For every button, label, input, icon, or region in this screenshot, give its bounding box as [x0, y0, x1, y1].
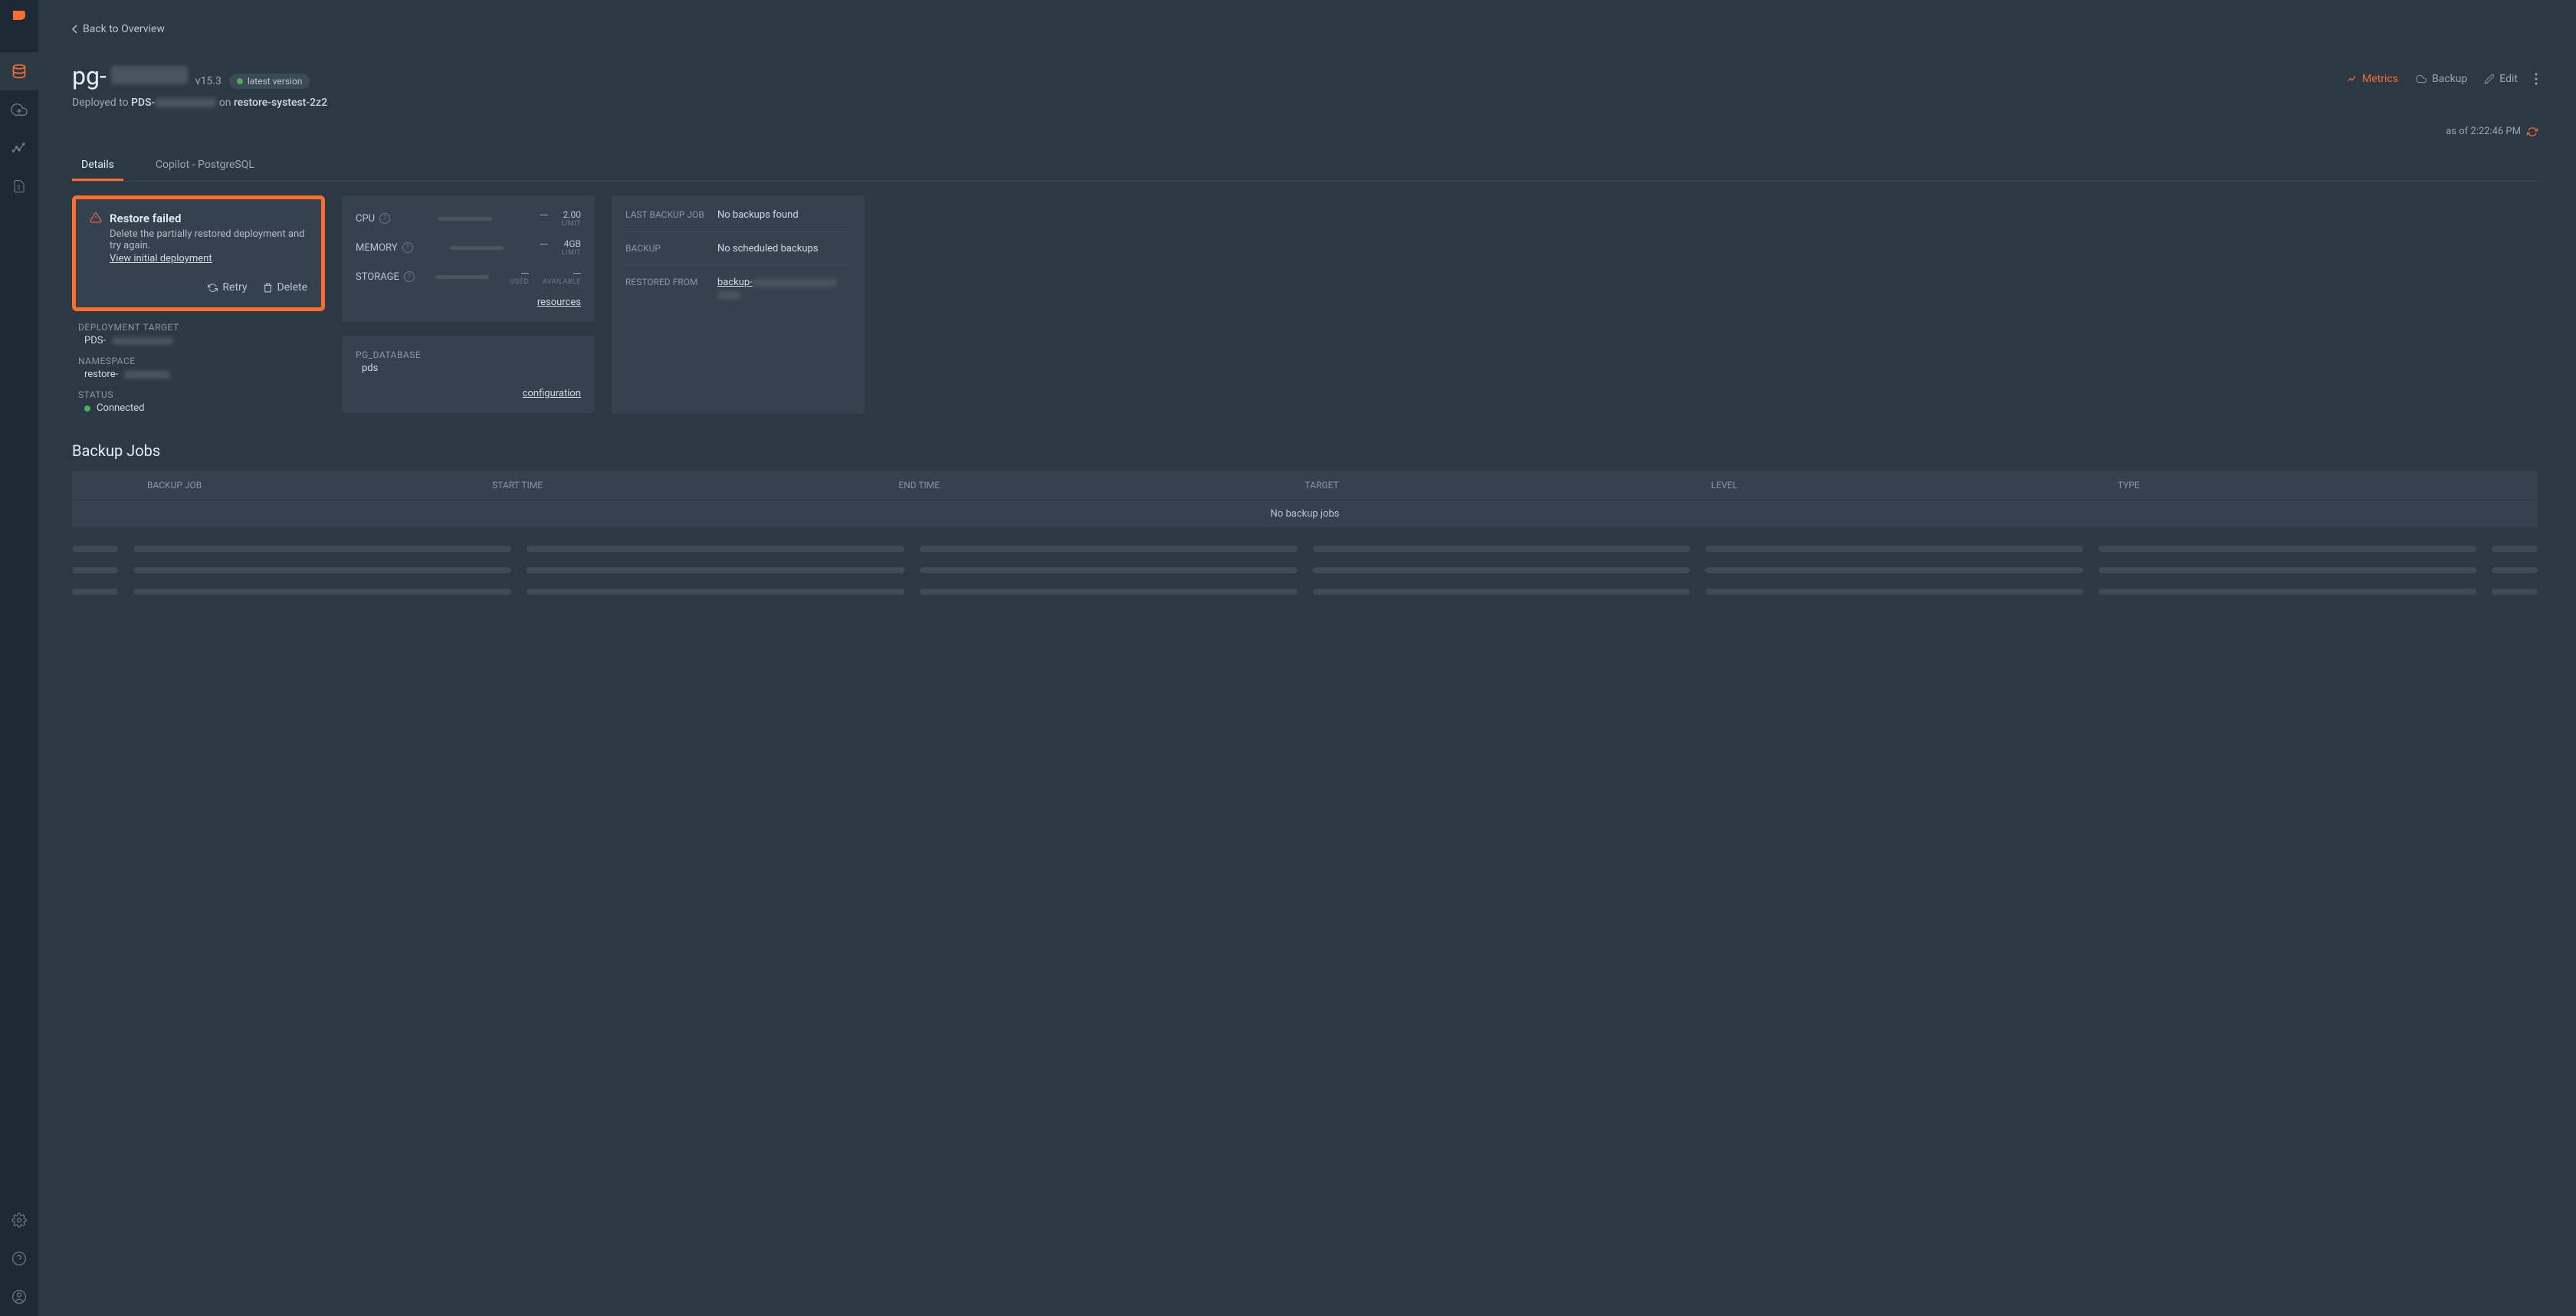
version-label: v15.3	[195, 75, 222, 87]
more-button[interactable]	[2535, 73, 2538, 85]
configuration-link[interactable]: configuration	[356, 388, 581, 399]
alert-description: Delete the partially restored deployment…	[110, 228, 307, 251]
cloud-icon	[2415, 74, 2427, 84]
last-backup-value: No backups found	[717, 209, 851, 221]
retry-button[interactable]: Retry	[208, 281, 247, 294]
logo	[11, 9, 27, 31]
backup-schedule-value: No scheduled backups	[717, 243, 851, 254]
deployment-target-value: PDS-	[78, 335, 319, 346]
last-backup-label: LAST BACKUP JOB	[625, 209, 717, 221]
settings-icon[interactable]	[0, 1201, 38, 1239]
pgdb-value: pds	[356, 363, 581, 374]
tabs: Details Copilot - PostgreSQL	[72, 151, 2538, 182]
memory-bar	[450, 246, 504, 250]
help-icon[interactable]: ?	[379, 213, 390, 224]
page-title: pg-	[72, 61, 188, 90]
last-updated: as of 2:22:46 PM	[72, 126, 2538, 137]
status-card: Restore failed Delete the partially rest…	[72, 195, 325, 414]
col-target: TARGET	[1305, 480, 1711, 491]
col-start-time: START TIME	[492, 480, 898, 491]
main-content: Back to Overview pg- v15.3 latest versio…	[38, 0, 2576, 1316]
database-icon[interactable]	[0, 52, 38, 90]
restored-from-link[interactable]: backup-	[717, 277, 753, 288]
edit-button[interactable]: Edit	[2484, 73, 2518, 85]
refresh-icon[interactable]	[2527, 126, 2538, 137]
view-initial-deployment-link[interactable]: View initial deployment	[110, 253, 212, 264]
table-empty-message: No backup jobs	[72, 500, 2538, 527]
backup-info-card: LAST BACKUP JOB No backups found BACKUP …	[612, 195, 865, 414]
chart-icon	[2347, 74, 2358, 84]
metrics-icon[interactable]	[0, 129, 38, 167]
svg-text:$: $	[17, 184, 20, 191]
kebab-icon	[2535, 73, 2538, 85]
status-label: STATUS	[78, 389, 319, 400]
resources-card: CPU? --- 2.00LIMIT MEMORY? --- 4GBLIMIT	[342, 195, 595, 414]
pencil-icon	[2484, 74, 2495, 84]
warning-icon	[90, 212, 102, 224]
help-icon[interactable]: ?	[402, 242, 413, 253]
deployed-info: Deployed to PDS- on restore-systest-2z2	[72, 97, 327, 109]
namespace-value: restore-	[78, 369, 319, 380]
col-type: TYPE	[2118, 480, 2524, 491]
help-icon[interactable]: ?	[404, 271, 415, 282]
header-actions: Metrics Backup Edit	[2347, 73, 2538, 85]
pgdb-label: PG_DATABASE	[356, 350, 581, 360]
restored-from-label: RESTORED FROM	[625, 277, 717, 302]
cpu-label: CPU?	[356, 213, 390, 225]
latest-version-badge: latest version	[229, 74, 310, 89]
alert-title: Restore failed	[110, 212, 307, 225]
help-icon[interactable]	[0, 1239, 38, 1278]
storage-bar	[435, 275, 489, 279]
cpu-bar	[438, 217, 492, 221]
cost-icon[interactable]: $	[0, 167, 38, 205]
backup-schedule-label: BACKUP	[625, 243, 717, 254]
metrics-button[interactable]: Metrics	[2347, 73, 2398, 85]
retry-icon	[208, 283, 218, 293]
storage-label: STORAGE?	[356, 271, 415, 283]
restored-from-value: backup-	[717, 277, 851, 302]
cloud-upload-icon[interactable]	[0, 90, 38, 129]
table-header: BACKUP JOB START TIME END TIME TARGET LE…	[72, 471, 2538, 500]
back-link-label: Back to Overview	[83, 23, 165, 35]
user-icon[interactable]	[0, 1278, 38, 1316]
tab-copilot[interactable]: Copilot - PostgreSQL	[146, 151, 264, 181]
tab-details[interactable]: Details	[72, 151, 123, 181]
col-level: LEVEL	[1711, 480, 2118, 491]
deployment-target-label: DEPLOYMENT TARGET	[78, 322, 319, 333]
backup-button[interactable]: Backup	[2415, 73, 2467, 85]
memory-label: MEMORY?	[356, 242, 413, 254]
skeleton-rows	[72, 538, 2538, 602]
resources-link[interactable]: resources	[356, 297, 581, 308]
delete-button[interactable]: Delete	[263, 281, 307, 294]
trash-icon	[263, 283, 273, 293]
status-dot	[237, 78, 243, 84]
restore-failed-alert: Restore failed Delete the partially rest…	[72, 195, 325, 311]
chevron-left-icon	[72, 25, 78, 34]
backup-jobs-title: Backup Jobs	[72, 441, 2538, 460]
status-value: Connected	[78, 402, 319, 414]
sidebar: $	[0, 0, 38, 1316]
namespace-label: NAMESPACE	[78, 356, 319, 366]
col-end-time: END TIME	[898, 480, 1304, 491]
back-link[interactable]: Back to Overview	[72, 23, 165, 35]
col-backup-job: BACKUP JOB	[86, 480, 492, 491]
